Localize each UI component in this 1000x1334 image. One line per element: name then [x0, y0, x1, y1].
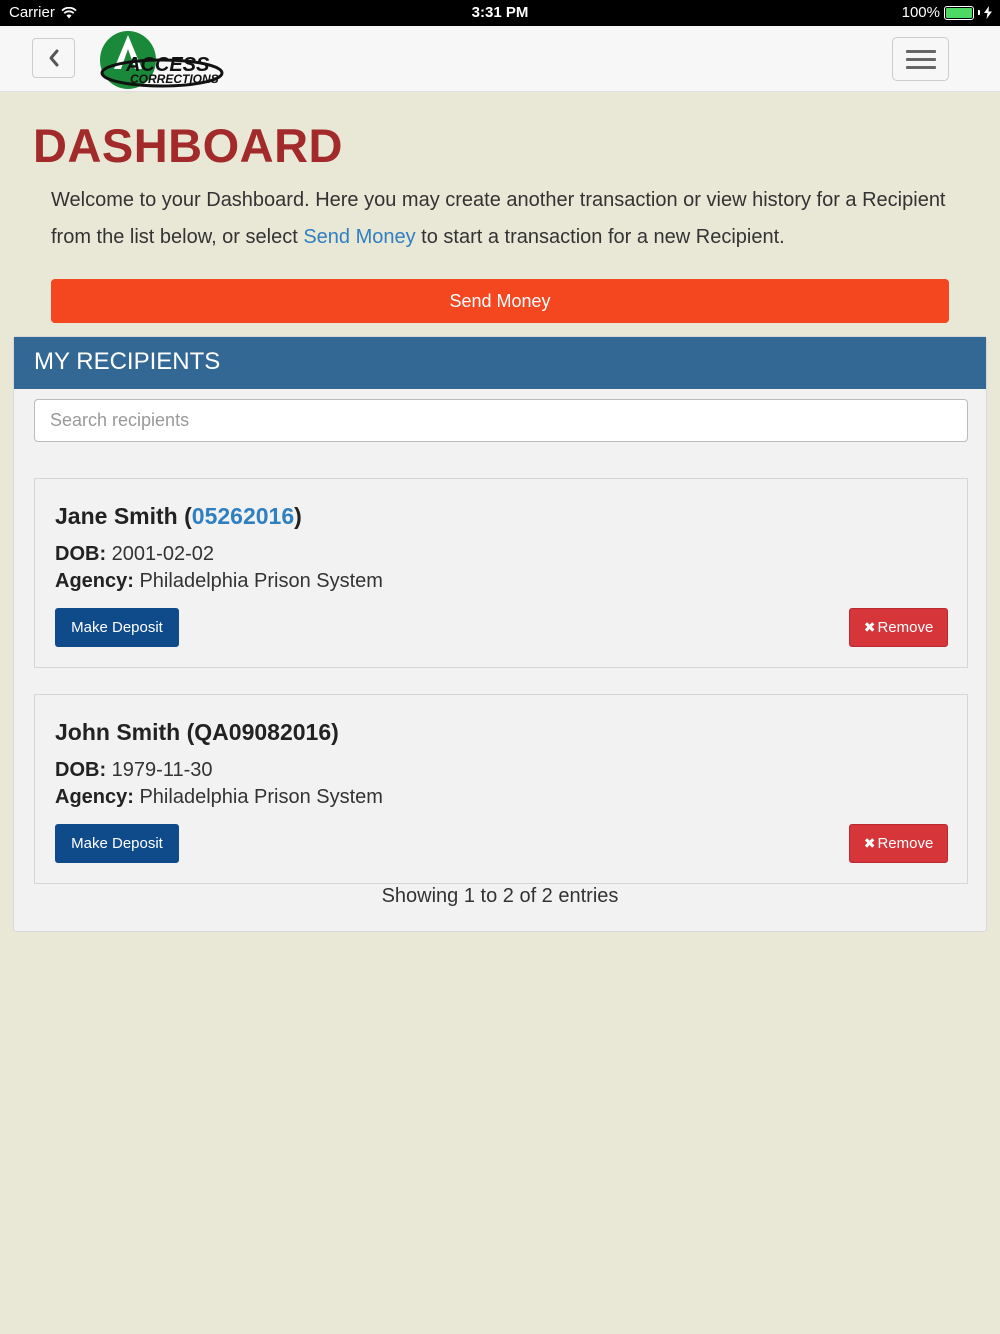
recipient-id-link[interactable]: 05262016: [192, 503, 294, 529]
agency-value: Philadelphia Prison System: [139, 570, 383, 592]
dob-label: DOB:: [55, 759, 107, 781]
dob-value: 1979-11-30: [111, 759, 213, 781]
remove-button[interactable]: ✖ Remove: [849, 608, 948, 647]
status-bar: Carrier 3:31 PM 100%: [0, 0, 1000, 26]
close-icon: ✖: [863, 835, 876, 851]
back-button[interactable]: [32, 38, 75, 78]
remove-label: Remove: [877, 619, 934, 636]
recipient-name: John Smith (QA09082016): [55, 719, 339, 745]
dob-value: 2001-02-02: [111, 543, 214, 565]
recipient-card: John Smith (QA09082016) DOB: 1979-11-30 …: [34, 694, 968, 884]
close-icon: ✖: [863, 619, 876, 635]
recipient-card: Jane Smith (05262016) DOB: 2001-02-02 Ag…: [34, 478, 968, 668]
entries-info: Showing 1 to 2 of 2 entries: [381, 885, 619, 907]
recipient-name-text: Jane Smith: [55, 503, 178, 529]
hamburger-icon: [905, 49, 936, 53]
recipient-id: QA09082016: [194, 719, 332, 745]
agency-value: Philadelphia Prison System: [139, 786, 383, 808]
agency-label: Agency:: [55, 570, 134, 592]
make-deposit-button[interactable]: Make Deposit: [55, 824, 179, 863]
dob-label: DOB:: [55, 543, 107, 565]
recipient-dob: DOB: 1979-11-30: [55, 759, 213, 782]
clock: 3:31 PM: [471, 4, 529, 21]
search-recipients-input[interactable]: [34, 399, 968, 442]
menu-button[interactable]: [892, 37, 949, 81]
remove-label: Remove: [877, 835, 934, 852]
recipients-panel: MY RECIPIENTS Jane Smith (05262016) DOB:…: [13, 336, 987, 932]
battery-percent: 100%: [901, 4, 940, 21]
recipients-heading: MY RECIPIENTS: [14, 337, 986, 389]
intro-text: Welcome to your Dashboard. Here you may …: [51, 182, 951, 256]
recipient-name-text: John Smith: [55, 719, 181, 745]
svg-text:CORRECTIONS: CORRECTIONS: [130, 72, 219, 86]
recipient-agency: Agency: Philadelphia Prison System: [55, 786, 383, 809]
battery-indicator: 100%: [902, 4, 992, 21]
recipient-name: Jane Smith (05262016): [55, 503, 302, 529]
recipient-agency: Agency: Philadelphia Prison System: [55, 570, 383, 593]
page-title: DASHBOARD: [33, 119, 343, 172]
chevron-left-icon: [49, 49, 58, 67]
recipient-dob: DOB: 2001-02-02: [55, 543, 214, 566]
send-money-button[interactable]: Send Money: [51, 279, 949, 323]
charging-icon: [984, 6, 992, 19]
access-corrections-logo[interactable]: ACCESS CORRECTIONS: [98, 29, 238, 91]
intro-text-after: to start a transaction for a new Recipie…: [415, 226, 785, 248]
remove-button[interactable]: ✖ Remove: [849, 824, 948, 863]
send-money-link[interactable]: Send Money: [303, 226, 415, 248]
navbar: ACCESS CORRECTIONS: [0, 26, 1000, 92]
make-deposit-button[interactable]: Make Deposit: [55, 608, 179, 647]
battery-icon: [944, 5, 974, 20]
agency-label: Agency:: [55, 786, 134, 808]
